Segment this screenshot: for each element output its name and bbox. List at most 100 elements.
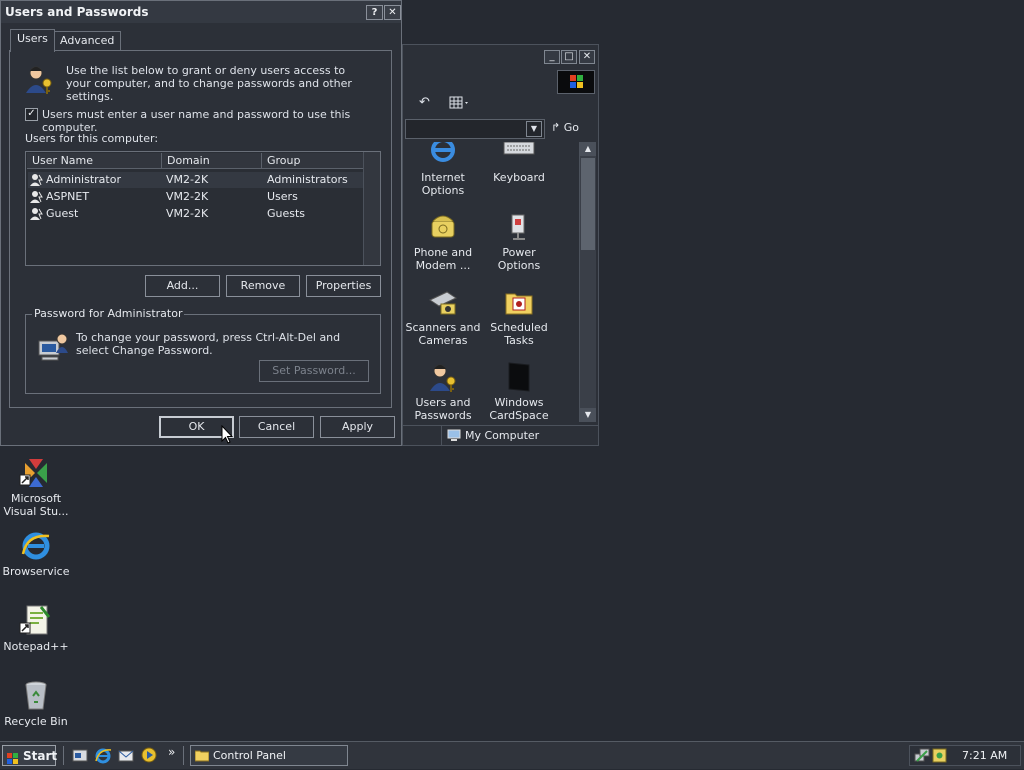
desktop-icon-label: Browservice xyxy=(2,565,70,578)
desktop-icon-recycle-bin[interactable]: Recycle Bin xyxy=(0,678,72,728)
set-password-button[interactable]: Set Password... xyxy=(259,360,369,382)
show-desktop-icon[interactable] xyxy=(71,746,89,764)
address-bar[interactable]: ▼ xyxy=(405,119,545,139)
properties-button[interactable]: Properties xyxy=(306,275,381,297)
chevron-down-icon[interactable]: ▼ xyxy=(526,121,542,137)
maximize-button[interactable]: □ xyxy=(561,50,577,64)
cp-item-keyboard[interactable]: Keyboard xyxy=(481,142,557,184)
system-tray: 7:21 AM xyxy=(909,745,1021,766)
notepad-plus-icon xyxy=(19,603,53,637)
column-header-domain[interactable]: Domain xyxy=(162,153,262,169)
windows-logo-icon xyxy=(557,70,595,94)
desktop-icon-browservice[interactable]: Browservice xyxy=(0,528,72,578)
cp-item-label: Keyboard xyxy=(493,171,545,184)
power-options-icon xyxy=(503,211,535,243)
security-alert-icon[interactable] xyxy=(932,748,947,766)
users-and-passwords-dialog: Users and Passwords ? ✕ Users Advanced U… xyxy=(0,0,402,446)
column-header-user-name[interactable]: User Name xyxy=(27,153,162,169)
domain-cell: VM2-2K xyxy=(166,207,209,220)
go-label: Go xyxy=(563,121,579,134)
recycle-bin-icon xyxy=(19,678,53,712)
scheduled-tasks-icon xyxy=(503,286,535,318)
users-list-label: Users for this computer: xyxy=(25,132,159,145)
close-button[interactable]: ✕ xyxy=(579,50,595,64)
views-icon[interactable] xyxy=(449,96,471,114)
desktop-icon-label: Recycle Bin xyxy=(4,715,68,728)
internet-explorer-icon[interactable] xyxy=(94,746,112,764)
column-header-group[interactable]: Group xyxy=(262,153,364,169)
mouse-cursor-icon xyxy=(221,424,234,445)
close-button[interactable]: ✕ xyxy=(384,5,401,20)
windows-flag-icon xyxy=(7,750,18,764)
user-name-cell: Guest xyxy=(46,207,79,220)
tab-users[interactable]: Users xyxy=(10,29,55,52)
dialog-title-bar[interactable]: Users and Passwords ? ✕ xyxy=(1,1,401,23)
cp-item-label: Windows CardSpace xyxy=(489,396,549,422)
table-row[interactable]: Administrator VM2-2K Administrators xyxy=(28,172,364,188)
visual-studio-icon xyxy=(19,455,53,489)
media-player-icon[interactable] xyxy=(140,746,158,764)
desktop-icon-notepad-plus[interactable]: Notepad++ xyxy=(0,603,72,653)
internet-explorer-icon xyxy=(19,528,53,562)
users-icon xyxy=(23,63,55,95)
domain-cell: VM2-2K xyxy=(166,173,209,186)
password-group-legend: Password for Administrator xyxy=(32,307,185,320)
scanner-icon xyxy=(427,286,459,318)
scroll-down-icon[interactable]: ▼ xyxy=(580,408,596,422)
cp-item-label: Scanners and Cameras xyxy=(405,321,481,347)
cp-item-label: Power Options xyxy=(497,246,541,272)
network-icon[interactable] xyxy=(914,748,930,766)
group-cell: Guests xyxy=(267,207,306,220)
status-label: My Computer xyxy=(465,429,540,442)
start-button[interactable]: Start xyxy=(2,745,57,766)
outlook-express-icon[interactable] xyxy=(117,746,135,764)
help-button[interactable]: ? xyxy=(366,5,383,20)
cp-item-label: Users and Passwords xyxy=(414,396,472,422)
taskbar-item-control-panel[interactable]: Control Panel xyxy=(190,745,348,766)
user-name-cell: ASPNET xyxy=(46,190,90,203)
phone-modem-icon xyxy=(427,211,459,243)
password-instructions: To change your password, press Ctrl-Alt-… xyxy=(76,331,341,357)
dialog-title: Users and Passwords xyxy=(5,5,149,19)
cp-item-power-options[interactable]: Power Options xyxy=(481,211,557,272)
cp-item-label: Scheduled Tasks xyxy=(490,321,548,347)
scroll-thumb[interactable] xyxy=(581,158,595,250)
apply-button[interactable]: Apply xyxy=(320,416,395,438)
cp-item-label: Internet Options xyxy=(421,171,465,197)
cp-item-scanners-cameras[interactable]: Scanners and Cameras xyxy=(405,286,481,347)
internet-options-icon xyxy=(427,142,459,168)
desktop-icon-label: Microsoft Visual Stu... xyxy=(3,492,69,518)
quicklaunch-overflow-icon[interactable]: » xyxy=(168,745,175,759)
desktop-icon-visual-studio[interactable]: Microsoft Visual Stu... xyxy=(0,455,72,518)
tab-advanced[interactable]: Advanced xyxy=(53,31,122,51)
cp-item-internet-options[interactable]: Internet Options xyxy=(405,142,481,197)
remove-user-button[interactable]: Remove xyxy=(226,275,300,297)
add-user-button[interactable]: Add... xyxy=(145,275,220,297)
table-row[interactable]: Guest VM2-2K Guests xyxy=(28,206,364,222)
table-row[interactable]: ASPNET VM2-2K Users xyxy=(28,189,364,205)
list-scrollbar[interactable] xyxy=(363,152,380,265)
password-group: Password for Administrator To change you… xyxy=(25,307,381,394)
minimize-button[interactable]: _ xyxy=(544,50,560,64)
undo-icon[interactable]: ↶ xyxy=(419,95,430,110)
cp-item-windows-cardspace[interactable]: Windows CardSpace xyxy=(481,361,557,422)
user-icon xyxy=(29,190,43,204)
user-icon xyxy=(29,173,43,187)
taskbar-item-label: Control Panel xyxy=(213,749,286,762)
checkbox-label[interactable]: Users must enter a user name and passwor… xyxy=(42,108,382,134)
require-login-checkbox[interactable]: ✓ xyxy=(25,108,38,121)
go-button[interactable]: ↱ Go xyxy=(551,119,593,137)
cp-item-phone-modem[interactable]: Phone and Modem ... xyxy=(405,211,481,272)
user-icon xyxy=(29,207,43,221)
taskbar: Start » Control Panel 7:21 AM xyxy=(0,741,1024,769)
control-panel-window: _ □ ✕ ↶ ▼ ↱ Go Internet Options Keyboard xyxy=(402,44,599,446)
cancel-button[interactable]: Cancel xyxy=(239,416,314,438)
clock: 7:21 AM xyxy=(962,749,1008,762)
users-list[interactable]: User Name Domain Group Administrator VM2… xyxy=(25,151,381,266)
intro-text: Use the list below to grant or deny user… xyxy=(66,64,352,103)
scroll-up-icon[interactable]: ▲ xyxy=(580,142,596,156)
go-arrow-icon: ↱ xyxy=(551,121,561,134)
cp-item-scheduled-tasks[interactable]: Scheduled Tasks xyxy=(481,286,557,347)
cp-item-users-passwords[interactable]: Users and Passwords xyxy=(405,361,481,422)
vertical-scrollbar[interactable]: ▲ ▼ xyxy=(579,142,596,422)
